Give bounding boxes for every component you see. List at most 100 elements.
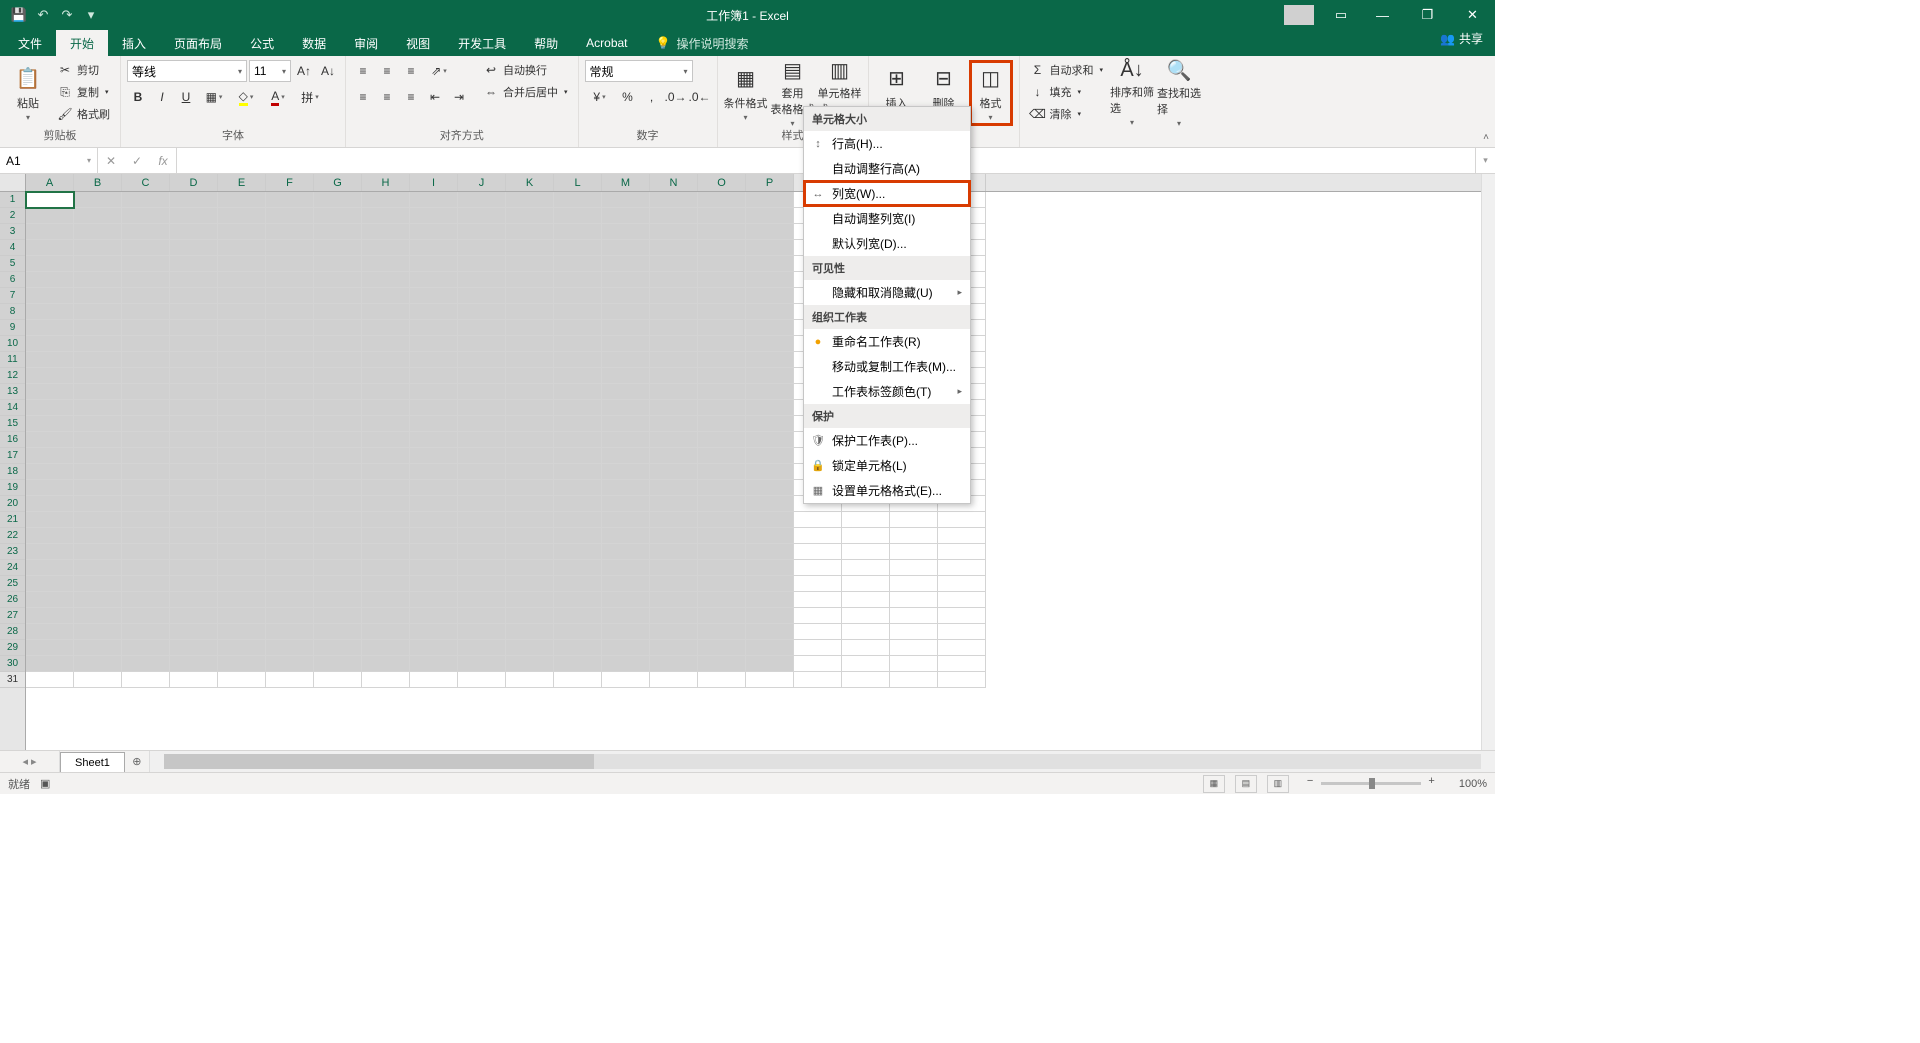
cell[interactable] [26, 528, 74, 544]
cell[interactable] [746, 432, 794, 448]
cell[interactable] [506, 416, 554, 432]
row-header[interactable]: 31 [0, 672, 25, 688]
cell[interactable] [650, 384, 698, 400]
cell[interactable] [602, 624, 650, 640]
cell[interactable] [74, 336, 122, 352]
cell[interactable] [26, 208, 74, 224]
cell[interactable] [218, 224, 266, 240]
cell[interactable] [218, 656, 266, 672]
cell[interactable] [794, 624, 842, 640]
cell[interactable] [362, 576, 410, 592]
cell[interactable] [26, 240, 74, 256]
cell[interactable] [458, 400, 506, 416]
minimize-icon[interactable]: — [1360, 0, 1405, 30]
cell[interactable] [74, 256, 122, 272]
cell[interactable] [698, 192, 746, 208]
cell[interactable] [410, 368, 458, 384]
cell[interactable] [122, 480, 170, 496]
cell[interactable] [506, 400, 554, 416]
cell[interactable] [602, 288, 650, 304]
cell[interactable] [458, 384, 506, 400]
cell[interactable] [362, 480, 410, 496]
cell[interactable] [506, 640, 554, 656]
cell[interactable] [650, 416, 698, 432]
cell[interactable] [122, 272, 170, 288]
cell[interactable] [266, 272, 314, 288]
menu-autofit-col[interactable]: 自动调整列宽(I) [804, 206, 970, 231]
cell[interactable] [602, 448, 650, 464]
cell[interactable] [458, 240, 506, 256]
cell[interactable] [602, 576, 650, 592]
cell[interactable] [698, 656, 746, 672]
cell[interactable] [794, 528, 842, 544]
cell[interactable] [650, 320, 698, 336]
cell[interactable] [218, 368, 266, 384]
cell[interactable] [74, 288, 122, 304]
cell[interactable] [362, 416, 410, 432]
cell[interactable] [698, 560, 746, 576]
cell[interactable] [458, 592, 506, 608]
cell[interactable] [314, 384, 362, 400]
cell[interactable] [362, 656, 410, 672]
paste-button[interactable]: 📋 粘贴 [6, 60, 50, 126]
cell[interactable] [698, 496, 746, 512]
cell[interactable] [362, 432, 410, 448]
cell[interactable] [650, 288, 698, 304]
cell[interactable] [746, 576, 794, 592]
cell[interactable] [26, 656, 74, 672]
merge-center-button[interactable]: ⇔合并后居中▾ [479, 82, 572, 102]
cell[interactable] [314, 288, 362, 304]
cell[interactable] [410, 528, 458, 544]
cell[interactable] [266, 400, 314, 416]
cell[interactable] [746, 256, 794, 272]
row-header[interactable]: 13 [0, 384, 25, 400]
cell[interactable] [506, 352, 554, 368]
tab-formulas[interactable]: 公式 [236, 30, 288, 56]
cell[interactable] [26, 576, 74, 592]
cell[interactable] [938, 528, 986, 544]
redo-icon[interactable]: ↷ [56, 4, 78, 26]
decrease-decimal-icon[interactable]: .0← [689, 86, 711, 108]
view-layout-icon[interactable]: ▤ [1235, 775, 1257, 793]
cell[interactable] [602, 512, 650, 528]
cell[interactable] [458, 608, 506, 624]
align-top-icon[interactable]: ≡ [352, 60, 374, 82]
menu-rename-sheet[interactable]: ●重命名工作表(R) [804, 329, 970, 354]
cell[interactable] [746, 192, 794, 208]
row-header[interactable]: 25 [0, 576, 25, 592]
cell[interactable] [458, 512, 506, 528]
row-header[interactable]: 19 [0, 480, 25, 496]
cell[interactable] [362, 544, 410, 560]
cell[interactable] [746, 656, 794, 672]
cell[interactable] [698, 640, 746, 656]
percent-icon[interactable]: % [617, 86, 639, 108]
cell[interactable] [122, 528, 170, 544]
cell[interactable] [650, 464, 698, 480]
cell[interactable] [266, 384, 314, 400]
cell[interactable] [26, 224, 74, 240]
cell[interactable] [122, 496, 170, 512]
cell[interactable] [506, 304, 554, 320]
cell[interactable] [458, 432, 506, 448]
cell[interactable] [698, 672, 746, 688]
menu-row-height[interactable]: ↕行高(H)... [804, 131, 970, 156]
cell[interactable] [122, 592, 170, 608]
cell[interactable] [506, 368, 554, 384]
cell[interactable] [362, 496, 410, 512]
cell[interactable] [74, 192, 122, 208]
vertical-scrollbar[interactable] [1481, 174, 1495, 750]
cell[interactable] [362, 640, 410, 656]
cell[interactable] [122, 544, 170, 560]
cell[interactable] [74, 240, 122, 256]
bold-button[interactable]: B [127, 86, 149, 108]
cell[interactable] [746, 400, 794, 416]
cell[interactable] [602, 416, 650, 432]
cell[interactable] [602, 272, 650, 288]
format-painter-button[interactable]: 🖌格式刷 [53, 104, 114, 124]
cell[interactable] [458, 464, 506, 480]
cell[interactable] [554, 448, 602, 464]
column-header[interactable]: H [362, 174, 410, 191]
cell[interactable] [650, 368, 698, 384]
cell[interactable] [554, 432, 602, 448]
cell[interactable] [362, 672, 410, 688]
